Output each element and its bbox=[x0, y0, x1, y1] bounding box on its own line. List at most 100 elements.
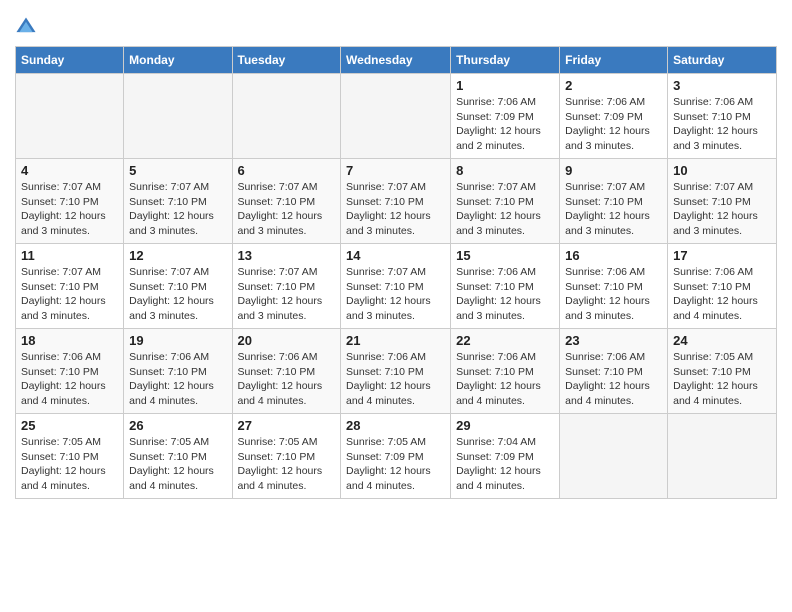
day-header-thursday: Thursday bbox=[451, 47, 560, 74]
calendar-cell: 29 Sunrise: 7:04 AM Sunset: 7:09 PM Dayli… bbox=[451, 414, 560, 499]
day-number: 19 bbox=[129, 333, 226, 348]
calendar-cell: 20 Sunrise: 7:06 AM Sunset: 7:10 PM Dayli… bbox=[232, 329, 341, 414]
day-info: Sunrise: 7:07 AM Sunset: 7:10 PM Dayligh… bbox=[565, 180, 662, 239]
calendar-cell: 13 Sunrise: 7:07 AM Sunset: 7:10 PM Dayli… bbox=[232, 244, 341, 329]
day-info: Sunrise: 7:05 AM Sunset: 7:09 PM Dayligh… bbox=[346, 435, 445, 494]
calendar-cell: 9 Sunrise: 7:07 AM Sunset: 7:10 PM Daylig… bbox=[560, 159, 668, 244]
day-number: 13 bbox=[238, 248, 336, 263]
day-header-friday: Friday bbox=[560, 47, 668, 74]
day-header-sunday: Sunday bbox=[16, 47, 124, 74]
day-info: Sunrise: 7:06 AM Sunset: 7:10 PM Dayligh… bbox=[673, 95, 771, 154]
day-info: Sunrise: 7:07 AM Sunset: 7:10 PM Dayligh… bbox=[21, 265, 118, 324]
day-number: 16 bbox=[565, 248, 662, 263]
day-number: 14 bbox=[346, 248, 445, 263]
calendar-cell: 8Sunrise: 7:07 AM Sunset: 7:10 PM Daylig… bbox=[451, 159, 560, 244]
calendar-cell: 4 Sunrise: 7:07 AM Sunset: 7:10 PM Daylig… bbox=[16, 159, 124, 244]
calendar-cell: 22 Sunrise: 7:06 AM Sunset: 7:10 PM Dayli… bbox=[451, 329, 560, 414]
day-number: 11 bbox=[21, 248, 118, 263]
page-header bbox=[15, 10, 777, 38]
day-header-monday: Monday bbox=[124, 47, 232, 74]
day-info: Sunrise: 7:06 AM Sunset: 7:10 PM Dayligh… bbox=[238, 350, 336, 409]
day-number: 12 bbox=[129, 248, 226, 263]
logo bbox=[15, 16, 41, 38]
calendar-cell: 1 Sunrise: 7:06 AM Sunset: 7:09 PM Daylig… bbox=[451, 74, 560, 159]
day-number: 27 bbox=[238, 418, 336, 433]
calendar-cell: 23 Sunrise: 7:06 AM Sunset: 7:10 PM Dayli… bbox=[560, 329, 668, 414]
day-info: Sunrise: 7:07 AM Sunset: 7:10 PM Dayligh… bbox=[673, 180, 771, 239]
calendar-cell bbox=[232, 74, 341, 159]
day-number: 4 bbox=[21, 163, 118, 178]
day-info: Sunrise: 7:06 AM Sunset: 7:10 PM Dayligh… bbox=[565, 350, 662, 409]
day-info: Sunrise: 7:06 AM Sunset: 7:10 PM Dayligh… bbox=[673, 265, 771, 324]
day-header-tuesday: Tuesday bbox=[232, 47, 341, 74]
calendar-cell: 25 Sunrise: 7:05 AM Sunset: 7:10 PM Dayli… bbox=[16, 414, 124, 499]
day-number: 1 bbox=[456, 78, 554, 93]
day-info: Sunrise: 7:06 AM Sunset: 7:09 PM Dayligh… bbox=[565, 95, 662, 154]
calendar-cell: 10 Sunrise: 7:07 AM Sunset: 7:10 PM Dayli… bbox=[668, 159, 777, 244]
calendar-cell: 7 Sunrise: 7:07 AM Sunset: 7:10 PM Daylig… bbox=[341, 159, 451, 244]
calendar-cell: 19 Sunrise: 7:06 AM Sunset: 7:10 PM Dayli… bbox=[124, 329, 232, 414]
day-info: Sunrise: 7:07 AM Sunset: 7:10 PM Dayligh… bbox=[238, 265, 336, 324]
day-number: 3 bbox=[673, 78, 771, 93]
day-number: 26 bbox=[129, 418, 226, 433]
calendar-cell: 27 Sunrise: 7:05 AM Sunset: 7:10 PM Dayli… bbox=[232, 414, 341, 499]
calendar-cell: 18 Sunrise: 7:06 AM Sunset: 7:10 PM Dayli… bbox=[16, 329, 124, 414]
logo-icon bbox=[15, 16, 37, 38]
day-info: Sunrise: 7:07 AM Sunset: 7:10 PM Dayligh… bbox=[346, 180, 445, 239]
week-row-3: 11 Sunrise: 7:07 AM Sunset: 7:10 PM Dayli… bbox=[16, 244, 777, 329]
day-info: Sunrise: 7:06 AM Sunset: 7:10 PM Dayligh… bbox=[456, 265, 554, 324]
day-info: Sunrise: 7:05 AM Sunset: 7:10 PM Dayligh… bbox=[238, 435, 336, 494]
day-number: 24 bbox=[673, 333, 771, 348]
day-info: Sunrise: 7:07 AM Sunset: 7:10 PM Dayligh… bbox=[346, 265, 445, 324]
calendar-cell: 14 Sunrise: 7:07 AM Sunset: 7:10 PM Dayli… bbox=[341, 244, 451, 329]
calendar-cell bbox=[124, 74, 232, 159]
calendar-cell bbox=[668, 414, 777, 499]
day-number: 25 bbox=[21, 418, 118, 433]
day-info: Sunrise: 7:05 AM Sunset: 7:10 PM Dayligh… bbox=[129, 435, 226, 494]
day-info: Sunrise: 7:07 AM Sunset: 7:10 PM Dayligh… bbox=[238, 180, 336, 239]
calendar-cell: 11 Sunrise: 7:07 AM Sunset: 7:10 PM Dayli… bbox=[16, 244, 124, 329]
week-row-2: 4 Sunrise: 7:07 AM Sunset: 7:10 PM Daylig… bbox=[16, 159, 777, 244]
day-info: Sunrise: 7:05 AM Sunset: 7:10 PM Dayligh… bbox=[673, 350, 771, 409]
week-row-5: 25 Sunrise: 7:05 AM Sunset: 7:10 PM Dayli… bbox=[16, 414, 777, 499]
calendar-cell: 16 Sunrise: 7:06 AM Sunset: 7:10 PM Dayli… bbox=[560, 244, 668, 329]
day-number: 18 bbox=[21, 333, 118, 348]
day-info: Sunrise: 7:06 AM Sunset: 7:10 PM Dayligh… bbox=[456, 350, 554, 409]
calendar-cell: 2 Sunrise: 7:06 AM Sunset: 7:09 PM Daylig… bbox=[560, 74, 668, 159]
day-info: Sunrise: 7:07 AM Sunset: 7:10 PM Dayligh… bbox=[129, 265, 226, 324]
day-number: 22 bbox=[456, 333, 554, 348]
week-row-4: 18 Sunrise: 7:06 AM Sunset: 7:10 PM Dayli… bbox=[16, 329, 777, 414]
day-number: 29 bbox=[456, 418, 554, 433]
calendar-cell bbox=[341, 74, 451, 159]
day-number: 15 bbox=[456, 248, 554, 263]
day-info: Sunrise: 7:06 AM Sunset: 7:10 PM Dayligh… bbox=[129, 350, 226, 409]
day-number: 7 bbox=[346, 163, 445, 178]
day-info: Sunrise: 7:06 AM Sunset: 7:10 PM Dayligh… bbox=[565, 265, 662, 324]
calendar-header-row: SundayMondayTuesdayWednesdayThursdayFrid… bbox=[16, 47, 777, 74]
day-number: 21 bbox=[346, 333, 445, 348]
day-number: 20 bbox=[238, 333, 336, 348]
day-info: Sunrise: 7:05 AM Sunset: 7:10 PM Dayligh… bbox=[21, 435, 118, 494]
day-number: 10 bbox=[673, 163, 771, 178]
calendar-cell: 3 Sunrise: 7:06 AM Sunset: 7:10 PM Daylig… bbox=[668, 74, 777, 159]
calendar-cell: 28 Sunrise: 7:05 AM Sunset: 7:09 PM Dayli… bbox=[341, 414, 451, 499]
day-number: 9 bbox=[565, 163, 662, 178]
day-number: 2 bbox=[565, 78, 662, 93]
day-info: Sunrise: 7:07 AM Sunset: 7:10 PM Dayligh… bbox=[129, 180, 226, 239]
day-number: 5 bbox=[129, 163, 226, 178]
day-number: 6 bbox=[238, 163, 336, 178]
day-info: Sunrise: 7:06 AM Sunset: 7:10 PM Dayligh… bbox=[21, 350, 118, 409]
calendar-cell: 21Sunrise: 7:06 AM Sunset: 7:10 PM Dayli… bbox=[341, 329, 451, 414]
calendar-cell: 26 Sunrise: 7:05 AM Sunset: 7:10 PM Dayli… bbox=[124, 414, 232, 499]
calendar-cell: 17Sunrise: 7:06 AM Sunset: 7:10 PM Dayli… bbox=[668, 244, 777, 329]
day-info: Sunrise: 7:07 AM Sunset: 7:10 PM Dayligh… bbox=[21, 180, 118, 239]
day-number: 23 bbox=[565, 333, 662, 348]
day-info: Sunrise: 7:06 AM Sunset: 7:09 PM Dayligh… bbox=[456, 95, 554, 154]
calendar: SundayMondayTuesdayWednesdayThursdayFrid… bbox=[15, 46, 777, 499]
day-number: 28 bbox=[346, 418, 445, 433]
day-info: Sunrise: 7:07 AM Sunset: 7:10 PM Dayligh… bbox=[456, 180, 554, 239]
calendar-cell bbox=[560, 414, 668, 499]
calendar-cell: 5 Sunrise: 7:07 AM Sunset: 7:10 PM Daylig… bbox=[124, 159, 232, 244]
day-header-saturday: Saturday bbox=[668, 47, 777, 74]
day-info: Sunrise: 7:04 AM Sunset: 7:09 PM Dayligh… bbox=[456, 435, 554, 494]
